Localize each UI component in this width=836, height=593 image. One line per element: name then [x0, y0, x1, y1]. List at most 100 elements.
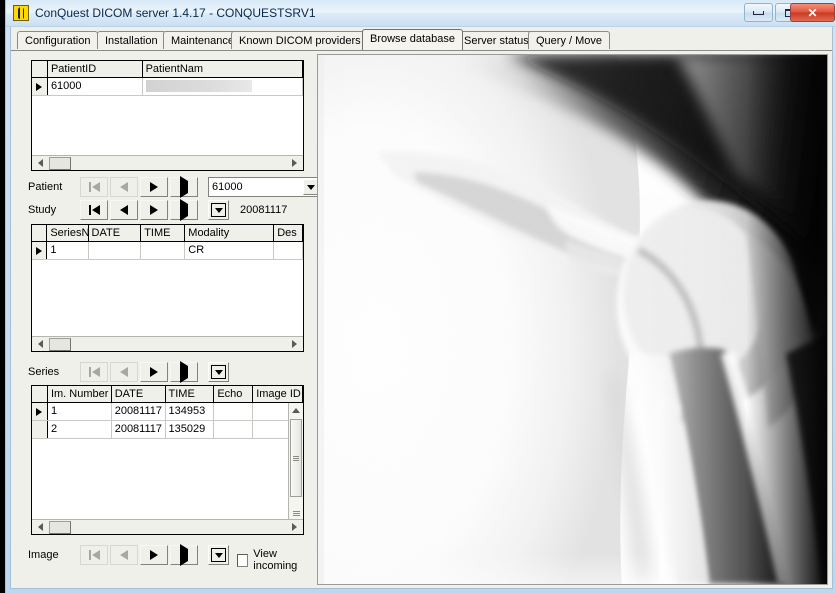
view-incoming-checkbox-wrap[interactable]: View incoming: [237, 548, 313, 572]
scroll-right-icon[interactable]: [287, 337, 302, 351]
patient-nav-label: Patient: [28, 181, 63, 193]
vscroll-thumb[interactable]: [290, 419, 302, 497]
scroll-left-icon[interactable]: [33, 156, 48, 170]
patient-grid-header: PatientID PatientNam: [32, 61, 303, 78]
scroll-left-icon[interactable]: [33, 337, 48, 351]
row-selector-icon: [32, 242, 48, 259]
image-grid-vscrollbar[interactable]: [288, 403, 303, 534]
series-grid-header-seriesnumber[interactable]: SeriesNu: [47, 225, 89, 241]
patient-grid-header-selector: [32, 61, 48, 77]
series-last-button[interactable]: [170, 361, 198, 383]
study-first-button[interactable]: [80, 200, 108, 220]
image-grid-header-imageid[interactable]: Image ID: [253, 386, 303, 402]
tab-browse-database[interactable]: Browse database: [362, 29, 463, 50]
row-selector-icon: [32, 78, 48, 95]
image-first-button[interactable]: [80, 545, 108, 565]
image-row[interactable]: 2 20081117 135029: [32, 421, 303, 439]
window-title: ConQuest DICOM server 1.4.17 - CONQUESTS…: [35, 6, 316, 20]
image-grid-hscrollbar[interactable]: [32, 519, 303, 534]
image-grid[interactable]: Im. Number DATE TIME Echo Image ID 1 200…: [31, 385, 304, 535]
scroll-left-icon[interactable]: [33, 520, 48, 534]
tab-configuration[interactable]: Configuration: [17, 31, 99, 49]
scroll-up-icon[interactable]: [289, 403, 303, 418]
tab-baseline: [11, 50, 832, 51]
series-grid[interactable]: SeriesNu DATE TIME Modality Des 1 CR: [31, 224, 304, 352]
previous-icon: [120, 205, 128, 215]
series-first-button[interactable]: [80, 362, 108, 382]
application-window: ConQuest DICOM server 1.4.17 - CONQUESTS…: [5, 0, 836, 593]
series-grid-header-description[interactable]: Des: [274, 225, 303, 241]
tab-installation[interactable]: Installation: [97, 31, 166, 49]
chevron-down-icon: [211, 365, 226, 379]
series-cell-modality: CR: [185, 242, 275, 259]
image-grid-header-date[interactable]: DATE: [111, 386, 166, 402]
image-nav-row: Image View incoming: [28, 544, 313, 572]
study-last-button[interactable]: [170, 199, 198, 221]
study-nav-row: Study 20081117: [28, 199, 313, 221]
patient-nav-row: Patient 61000: [28, 176, 321, 198]
row-selector-icon: [32, 403, 48, 420]
scroll-right-icon[interactable]: [287, 156, 302, 170]
patient-grid-header-patientid[interactable]: PatientID: [47, 61, 143, 77]
image-row[interactable]: 1 20081117 134953: [32, 403, 303, 421]
image-grid-header-selector: [32, 386, 48, 402]
patient-cell-patientname: [142, 78, 303, 95]
close-button[interactable]: ✕: [790, 3, 835, 22]
image-grid-header-echo[interactable]: Echo: [214, 386, 254, 402]
image-grid-header-imagenumber[interactable]: Im. Number: [47, 386, 112, 402]
patient-combo-value: 61000: [212, 181, 243, 193]
series-grid-hscrollbar[interactable]: [32, 336, 303, 351]
series-dropdown-button[interactable]: [208, 362, 229, 382]
scroll-right-icon[interactable]: [287, 520, 302, 534]
patient-previous-button[interactable]: [110, 177, 138, 197]
previous-icon: [120, 182, 128, 192]
next-icon: [150, 550, 158, 560]
image-next-button[interactable]: [140, 545, 168, 565]
next-icon: [150, 367, 158, 377]
screenshot-root: ConQuest DICOM server 1.4.17 - CONQUESTS…: [0, 0, 836, 593]
tab-known-dicom-providers[interactable]: Known DICOM providers: [231, 31, 369, 49]
hscroll-thumb[interactable]: [49, 338, 71, 351]
image-cell-echo: [214, 421, 254, 438]
chevron-down-icon: [211, 203, 226, 217]
patient-grid-hscrollbar[interactable]: [32, 155, 303, 170]
patient-last-button[interactable]: [170, 176, 198, 198]
patient-first-button[interactable]: [80, 177, 108, 197]
study-next-button[interactable]: [140, 200, 168, 220]
image-cell-time: 135029: [165, 421, 215, 438]
image-dropdown-button[interactable]: [208, 545, 229, 565]
image-last-button[interactable]: [170, 544, 198, 566]
image-grid-header-time[interactable]: TIME: [165, 386, 215, 402]
series-row[interactable]: 1 CR: [32, 242, 303, 260]
xray-image: [318, 55, 827, 584]
tab-server-status[interactable]: Server status: [456, 31, 537, 49]
series-next-button[interactable]: [140, 362, 168, 382]
view-incoming-checkbox[interactable]: [237, 553, 249, 567]
hscroll-thumb[interactable]: [49, 521, 71, 534]
series-grid-header-modality[interactable]: Modality: [185, 225, 275, 241]
minimize-icon: [745, 4, 772, 21]
chevron-down-icon: [211, 548, 226, 562]
series-cell-time: [141, 242, 186, 259]
patient-next-button[interactable]: [140, 177, 168, 197]
study-previous-button[interactable]: [110, 200, 138, 220]
image-previous-button[interactable]: [110, 545, 138, 565]
minimize-button[interactable]: [744, 3, 773, 22]
client-area: Configuration Installation Maintenance K…: [10, 27, 833, 589]
image-cell-echo: [214, 403, 254, 420]
next-icon: [150, 205, 158, 215]
series-cell-date: [88, 242, 142, 259]
dicom-image-viewer[interactable]: [317, 54, 828, 585]
hscroll-thumb[interactable]: [49, 157, 71, 170]
series-grid-header-date[interactable]: DATE: [88, 225, 142, 241]
patient-combo[interactable]: 61000: [208, 177, 321, 197]
series-cell-seriesnumber: 1: [47, 242, 89, 259]
series-previous-button[interactable]: [110, 362, 138, 382]
study-dropdown-button[interactable]: [208, 200, 229, 220]
tab-query-move[interactable]: Query / Move: [528, 31, 611, 49]
series-grid-header-time[interactable]: TIME: [141, 225, 186, 241]
patient-grid[interactable]: PatientID PatientNam 61000: [31, 60, 304, 171]
patient-grid-header-patientname[interactable]: PatientNam: [142, 61, 303, 77]
patient-row[interactable]: 61000: [32, 78, 303, 96]
previous-icon: [120, 367, 128, 377]
